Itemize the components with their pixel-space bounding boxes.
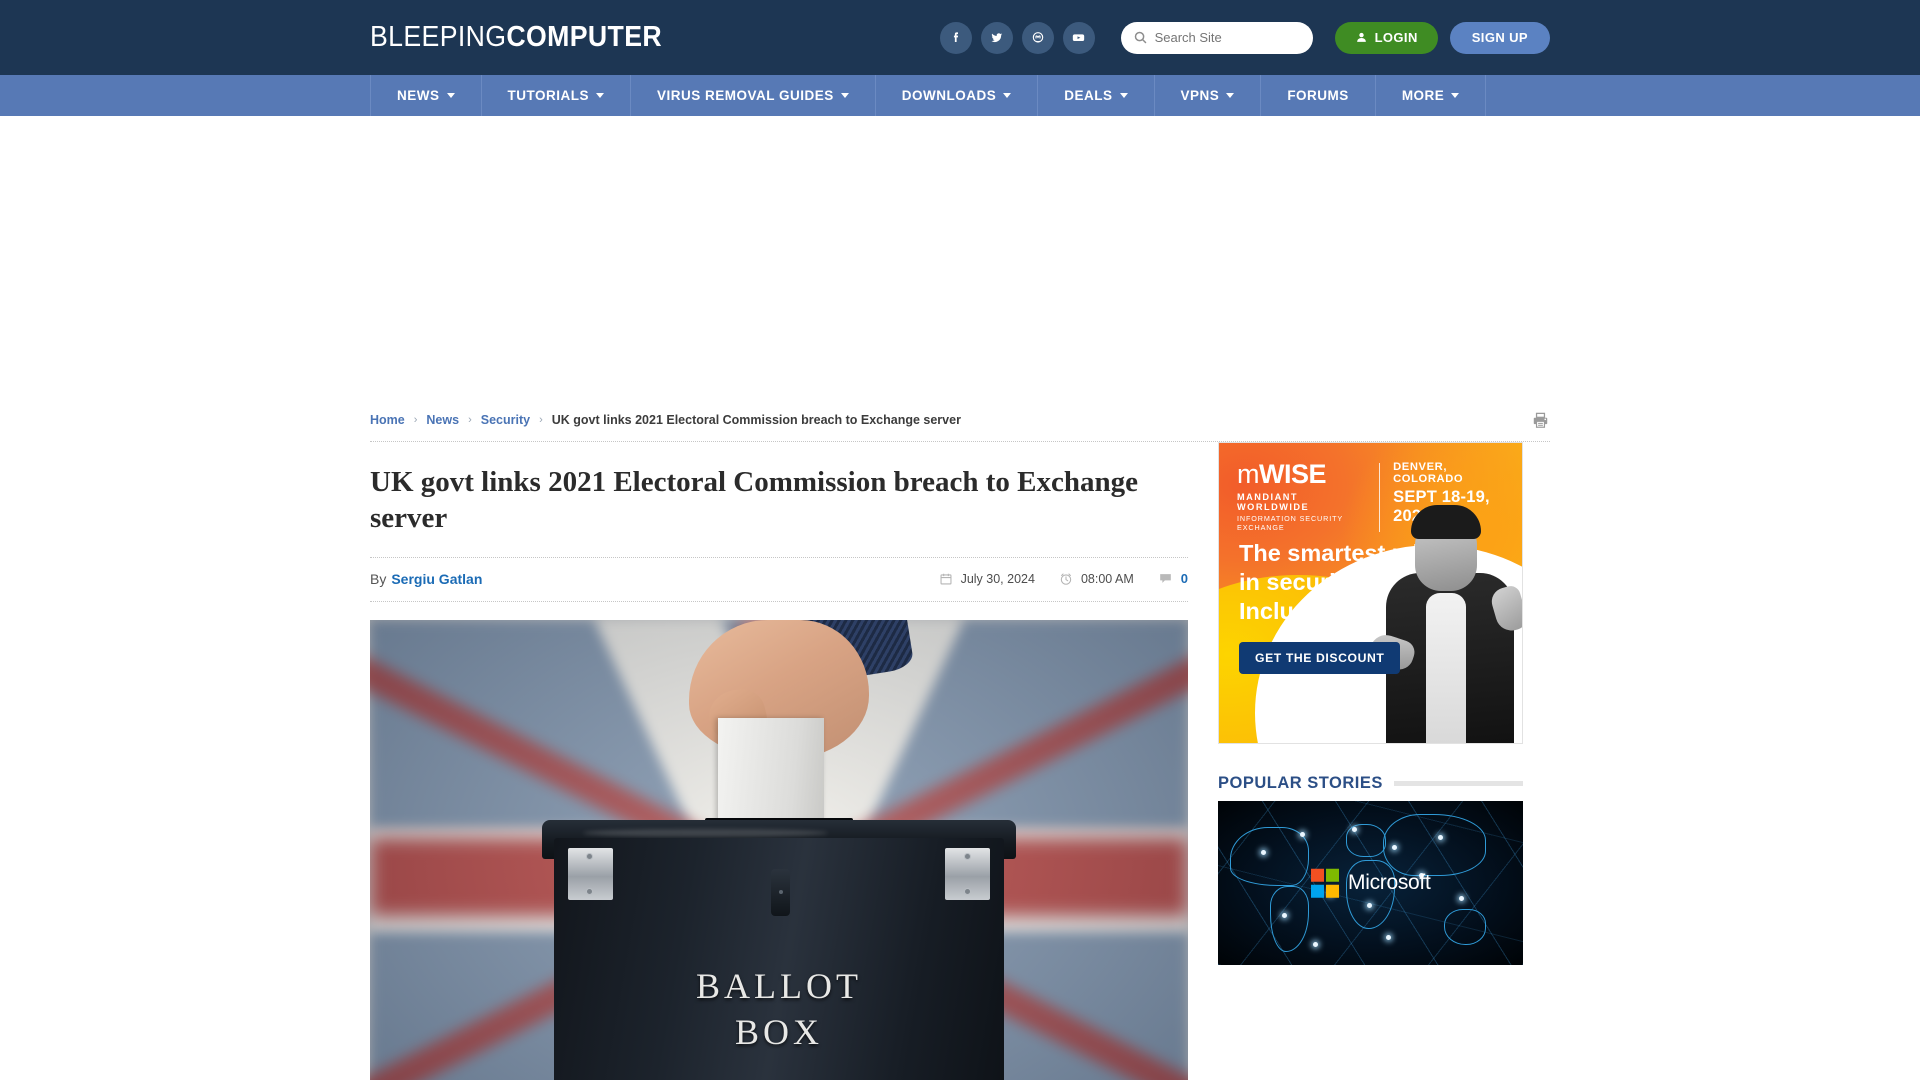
sidebar: mWISE MANDIANT WORLDWIDE INFORMATION SEC…	[1218, 442, 1523, 1080]
chevron-down-icon	[840, 93, 849, 98]
youtube-icon[interactable]	[1062, 21, 1095, 54]
breadcrumb-separator: ›	[413, 414, 418, 426]
calendar-icon	[940, 573, 952, 584]
ballot-box-label-line1: BALLOT	[696, 965, 862, 1006]
ballot-paper	[717, 718, 824, 828]
article-meta: By Sergiu Gatlan July 30, 2024 08:00 AM …	[370, 558, 1188, 601]
breadcrumb-current: UK govt links 2021 Electoral Commission …	[551, 413, 961, 427]
page-title: UK govt links 2021 Electoral Commission …	[370, 466, 1138, 535]
byline-label: By	[370, 570, 387, 587]
mwise-subtitle-2: INFORMATION SECURITY EXCHANGE	[1237, 514, 1343, 532]
nav-item-label: DOWNLOADS	[901, 88, 997, 103]
article-column: UK govt links 2021 Electoral Commission …	[370, 442, 1188, 1080]
social-links	[939, 21, 1095, 54]
leaderboard-ad-slot	[0, 116, 1920, 403]
byline-divider	[370, 600, 1188, 602]
nav-item-label: NEWS	[397, 88, 440, 103]
ad-cta-button[interactable]: GET THE DISCOUNT	[1239, 642, 1401, 674]
breadcrumb-separator: ›	[468, 414, 472, 426]
mwise-logo: mWISE MANDIANT WORLDWIDE INFORMATION SEC…	[1237, 459, 1366, 533]
breadcrumb-item-home[interactable]: Home	[370, 413, 405, 427]
microsoft-logo-icon	[1310, 868, 1340, 898]
popular-stories-header: POPULAR STORIES	[1218, 774, 1523, 793]
continent-asia	[1382, 814, 1487, 877]
ballot-box-latch-right	[945, 848, 991, 901]
mwise-subtitle-1: MANDIANT WORLDWIDE	[1237, 492, 1310, 512]
publish-time: 08:00 AM	[1059, 572, 1134, 586]
chevron-down-icon	[1451, 93, 1460, 98]
user-icon	[1356, 32, 1366, 42]
nav-item-label: DEALS	[1064, 88, 1113, 103]
breadcrumb-item-security[interactable]: Security	[481, 413, 530, 427]
nav-item-label: VPNS	[1180, 88, 1220, 103]
sidebar-ad-mwise[interactable]: mWISE MANDIANT WORLDWIDE INFORMATION SEC…	[1218, 442, 1523, 744]
ballot-box-latch-left	[567, 848, 613, 901]
nav-item-label: VIRUS REMOVAL GUIDES	[657, 88, 834, 103]
nav-item-deals[interactable]: DEALS	[1038, 75, 1155, 116]
author-link[interactable]: Sergiu Gatlan	[391, 571, 482, 587]
twitter-icon[interactable]	[980, 21, 1013, 54]
clock-icon	[1060, 573, 1072, 585]
search-icon	[1134, 31, 1146, 44]
login-button-label: LOGIN	[1374, 30, 1418, 45]
publish-date-text: July 30, 2024	[960, 571, 1035, 586]
continent-australia	[1443, 909, 1487, 946]
login-button[interactable]: LOGIN	[1334, 21, 1438, 54]
signup-button[interactable]: SIGN UP	[1449, 21, 1550, 54]
page-content: Home › News › Security › UK govt links 2…	[370, 403, 1550, 1080]
printer-icon[interactable]	[1531, 411, 1550, 430]
nav-item-label: TUTORIALS	[507, 88, 589, 103]
nav-item-news[interactable]: NEWS	[371, 75, 482, 116]
microsoft-logo-text: Microsoft	[1348, 871, 1431, 894]
nav-item-label: MORE	[1401, 88, 1445, 103]
breadcrumb: Home › News › Security › UK govt links 2…	[370, 403, 1550, 441]
chevron-down-icon	[1119, 93, 1128, 98]
mwise-logo-main: WISE	[1259, 459, 1327, 489]
microsoft-logo: Microsoft	[1310, 868, 1431, 898]
ballot-box-clasp	[770, 869, 791, 916]
comments-count-value: 0	[1180, 571, 1188, 586]
nav-item-downloads[interactable]: DOWNLOADS	[876, 75, 1039, 116]
popular-story-thumbnail[interactable]: Microsoft	[1218, 801, 1523, 965]
ballot-box-label-line2: BOX	[734, 1011, 823, 1052]
popular-stories-title: POPULAR STORIES	[1218, 774, 1383, 792]
comment-icon	[1159, 574, 1171, 583]
logo-text-bold: COMPUTER	[506, 21, 663, 53]
publish-date: July 30, 2024	[939, 572, 1035, 586]
publish-time-text: 08:00 AM	[1080, 571, 1134, 586]
breadcrumb-separator: ›	[539, 414, 543, 426]
nav-item-more[interactable]: MORE	[1376, 75, 1487, 116]
breadcrumb-item-news[interactable]: News	[426, 413, 459, 427]
mastodon-icon[interactable]	[1021, 21, 1054, 54]
site-header: BLEEPINGCOMPUTER Search Site LOGIN SIGN …	[0, 0, 1920, 75]
nav-item-virus-removal-guides[interactable]: VIRUS REMOVAL GUIDES	[631, 75, 876, 116]
ad-city: DENVER, COLORADO	[1393, 461, 1464, 485]
ad-person-photo	[1366, 495, 1522, 743]
nav-item-forums[interactable]: FORUMS	[1261, 75, 1376, 116]
nav-item-label: FORUMS	[1287, 88, 1349, 103]
chevron-down-icon	[1003, 93, 1012, 98]
signup-button-label: SIGN UP	[1471, 30, 1528, 45]
search-box[interactable]	[1120, 21, 1313, 54]
mwise-logo-prefix: m	[1237, 459, 1260, 489]
lid-highlight	[582, 828, 829, 837]
chevron-down-icon	[1226, 93, 1235, 98]
article-hero-image: BALLOT BOX	[370, 619, 1188, 1080]
chevron-down-icon	[596, 93, 604, 98]
ballot-box-label: BALLOT BOX	[554, 963, 1004, 1055]
continent-north-america	[1230, 827, 1310, 887]
comments-count[interactable]: 0	[1158, 571, 1188, 586]
logo-text-light: BLEEPING	[370, 21, 507, 53]
popular-stories-rule	[1393, 781, 1523, 786]
nav-item-vpns[interactable]: VPNS	[1155, 75, 1262, 116]
facebook-icon[interactable]	[939, 21, 972, 54]
nav-item-tutorials[interactable]: TUTORIALS	[482, 75, 631, 116]
search-input[interactable]	[1154, 30, 1301, 45]
chevron-down-icon	[446, 93, 455, 98]
main-navigation: NEWS TUTORIALS VIRUS REMOVAL GUIDES DOWNLOA…	[0, 75, 1920, 116]
site-logo[interactable]: BLEEPINGCOMPUTER	[370, 21, 662, 54]
